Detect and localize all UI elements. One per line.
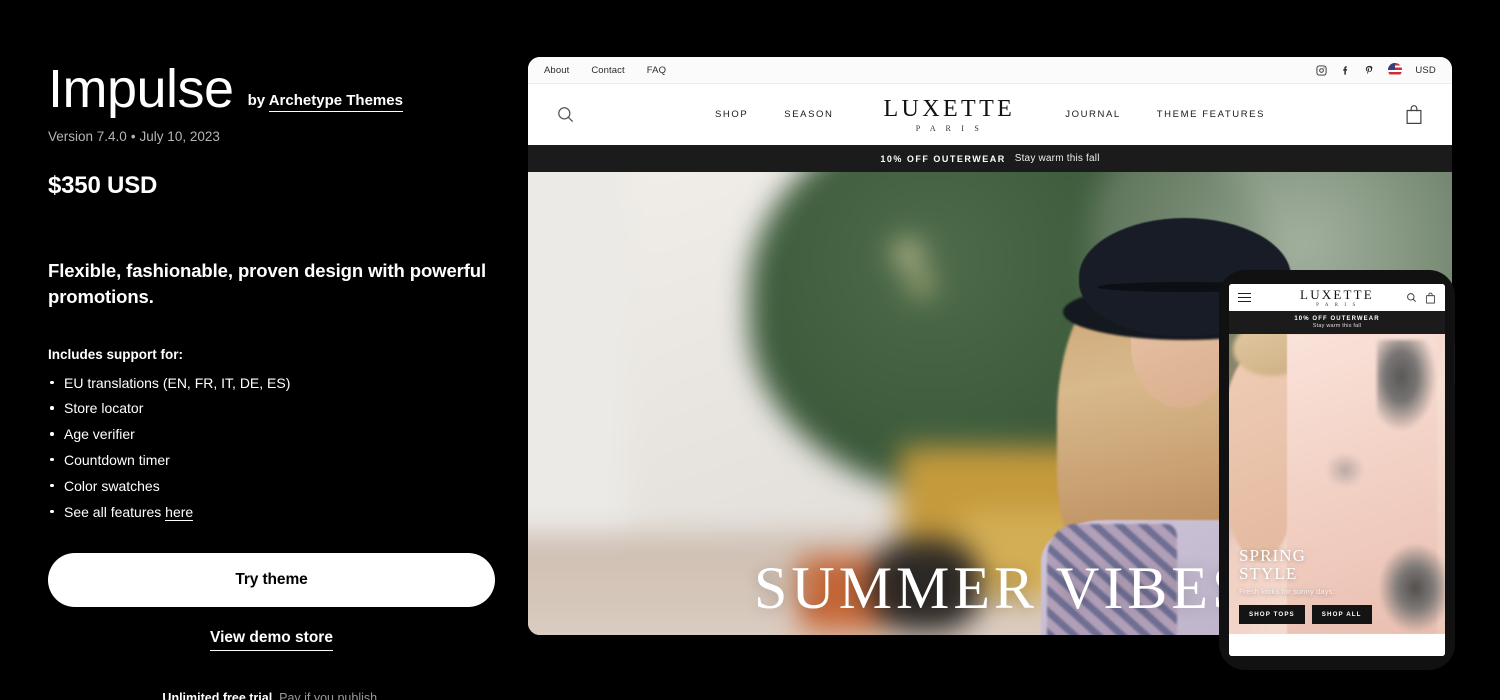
includes-label: Includes support for:	[48, 346, 183, 362]
mobile-preview-mockup: LUXETTE P A R I S 10% OFF OUTERWEAR Stay…	[1219, 270, 1455, 670]
utility-links: About Contact FAQ	[544, 65, 666, 76]
list-item: See all features here	[48, 502, 500, 522]
promo-strong-text: 10% OFF OUTERWEAR	[880, 153, 1006, 164]
trial-note-text: . Pay if you publish.	[272, 690, 381, 700]
store-logo-sub: P A R I S	[915, 123, 983, 133]
shopping-bag-icon[interactable]	[1425, 292, 1436, 304]
page-title: Impulse	[48, 59, 234, 119]
mobile-hero-buttons: SHOP TOPS SHOP ALL	[1239, 605, 1372, 624]
list-item: Countdown timer	[48, 450, 500, 470]
nav-link-journal[interactable]: JOURNAL	[1065, 109, 1121, 120]
instagram-icon[interactable]	[1316, 64, 1327, 76]
currency-selector[interactable]: USD	[1415, 65, 1436, 76]
mobile-hero-line1: SPRING	[1239, 546, 1307, 566]
title-row: Impulse by Archetype Themes	[48, 62, 500, 116]
list-item: Color swatches	[48, 476, 500, 496]
price: $350 USD	[48, 172, 158, 199]
mobile-hero-line2: STYLE	[1239, 563, 1298, 583]
utility-link-about[interactable]: About	[544, 65, 569, 76]
phone-power-button[interactable]	[1454, 342, 1455, 384]
author-link[interactable]: Archetype Themes	[268, 92, 403, 112]
nav-link-theme-features[interactable]: THEME FEATURES	[1157, 109, 1265, 120]
byline-prefix: by	[247, 92, 269, 109]
preview-main-nav: SHOP SEASON LUXETTE P A R I S JOURNAL TH…	[528, 84, 1452, 145]
promo-sub-text: Stay warm this fall	[1014, 153, 1100, 164]
search-icon[interactable]	[556, 105, 575, 124]
facebook-icon[interactable]	[1340, 65, 1351, 76]
release-date: July 10, 2023	[139, 129, 220, 144]
mobile-promo-strong: 10% OFF OUTERWEAR	[1294, 316, 1380, 322]
mobile-footer-strip	[1229, 634, 1445, 656]
list-item: EU translations (EN, FR, IT, DE, ES)	[48, 373, 500, 393]
all-features-link[interactable]: here	[165, 503, 194, 521]
mobile-header-actions	[1406, 292, 1436, 304]
trial-note: Unlimited free trial. Pay if you publish…	[48, 691, 495, 700]
list-item: Store locator	[48, 398, 500, 418]
nav-link-season[interactable]: SEASON	[784, 109, 833, 120]
hero-headline: SUMMER VIBES	[754, 555, 1250, 621]
feature-text: Store locator	[64, 400, 144, 417]
byline: by Archetype Themes	[247, 92, 403, 112]
phone-screen: LUXETTE P A R I S 10% OFF OUTERWEAR Stay…	[1229, 284, 1445, 656]
search-icon[interactable]	[1406, 292, 1417, 303]
shop-all-button[interactable]: SHOP ALL	[1311, 605, 1372, 624]
demo-link-wrapper: View demo store	[48, 629, 495, 651]
utility-link-faq[interactable]: FAQ	[647, 65, 666, 76]
utility-link-contact[interactable]: Contact	[591, 65, 624, 76]
pinterest-icon[interactable]	[1364, 65, 1375, 76]
version-separator: •	[130, 129, 136, 144]
nav-link-shop[interactable]: SHOP	[715, 109, 748, 120]
feature-text: Countdown timer	[64, 451, 170, 468]
feature-text: See all features	[64, 503, 166, 520]
utility-right-group: USD	[1316, 63, 1436, 77]
theme-detail-page: Impulse by Archetype Themes Version 7.4.…	[0, 0, 1500, 700]
mobile-hero-image: SPRING STYLE Fresh looks for sunny days.…	[1229, 334, 1445, 634]
theme-tagline: Flexible, fashionable, proven design wit…	[48, 260, 487, 308]
hamburger-menu-icon[interactable]	[1238, 290, 1251, 306]
unlimited-free-trial-link[interactable]: Unlimited free trial	[162, 691, 272, 700]
list-item: Age verifier	[48, 424, 500, 444]
shop-tops-button[interactable]: SHOP TOPS	[1239, 605, 1305, 624]
preview-utility-bar: About Contact FAQ USD	[528, 57, 1452, 84]
preview-promo-banner: 10% OFF OUTERWEAR Stay warm this fall	[528, 145, 1452, 172]
feature-text: Age verifier	[64, 426, 135, 443]
mobile-promo-banner: 10% OFF OUTERWEAR Stay warm this fall	[1229, 311, 1445, 334]
view-demo-store-link[interactable]: View demo store	[210, 629, 333, 651]
shopping-bag-icon[interactable]	[1404, 104, 1424, 125]
mobile-hero-overlay: SPRING STYLE Fresh looks for sunny days.…	[1239, 547, 1372, 624]
us-flag-icon[interactable]	[1388, 63, 1403, 77]
store-logo[interactable]: LUXETTE P A R I S	[869, 97, 1029, 133]
theme-info-panel: Impulse by Archetype Themes Version 7.4.…	[0, 0, 500, 700]
feature-text: Color swatches	[64, 477, 160, 494]
store-logo-name: LUXETTE	[883, 95, 1016, 122]
version-number: Version 7.4.0	[48, 129, 127, 144]
mobile-promo-text: Stay warm this fall	[1312, 323, 1362, 329]
try-theme-button[interactable]: Try theme	[48, 552, 495, 607]
mobile-header: LUXETTE P A R I S	[1229, 284, 1445, 311]
mobile-hero-subtitle: Fresh looks for sunny days.	[1239, 587, 1335, 596]
version-line: Version 7.4.0 • July 10, 2023	[48, 129, 500, 144]
feature-text: EU translations (EN, FR, IT, DE, ES)	[64, 374, 291, 391]
nav-center-group: SHOP SEASON LUXETTE P A R I S JOURNAL TH…	[528, 97, 1452, 133]
feature-list: EU translations (EN, FR, IT, DE, ES) Sto…	[48, 373, 500, 522]
